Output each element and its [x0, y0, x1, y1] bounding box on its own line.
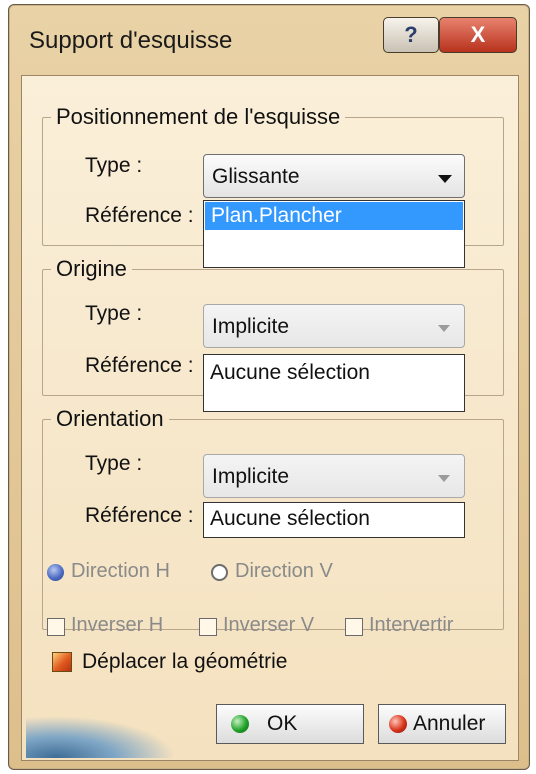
window-title: Support d'esquisse — [29, 27, 233, 54]
swap-checkbox[interactable] — [345, 618, 363, 636]
direction-h-radio[interactable] — [47, 564, 64, 581]
orientation-type-dropdown[interactable]: Implicite — [203, 454, 465, 498]
positioning-type-dropdown[interactable]: Glissante — [203, 154, 465, 198]
origin-type-value: Implicite — [212, 315, 290, 338]
orientation-reference-label: Référence : — [85, 504, 194, 527]
origin-reference-field[interactable]: Aucune sélection — [203, 354, 465, 412]
orientation-reference-value: Aucune sélection — [210, 507, 370, 530]
help-button[interactable]: ? — [383, 17, 439, 53]
title-bar[interactable]: Support d'esquisse ? X — [9, 5, 529, 77]
positioning-reference-label: Référence : — [85, 204, 194, 227]
direction-h-label: Direction H — [71, 560, 170, 582]
move-geometry-checkbox[interactable] — [52, 652, 72, 672]
catia-logo-decoration — [26, 716, 176, 758]
ok-label: OK — [267, 712, 298, 735]
positioning-group: Positionnement de l'esquisse Type : Glis… — [42, 104, 504, 268]
direction-v-label: Direction V — [235, 560, 333, 582]
invert-v-checkbox[interactable] — [199, 618, 217, 636]
close-button[interactable]: X — [439, 17, 517, 53]
orientation-group: Orientation Type : Implicite Référence :… — [42, 406, 504, 636]
invert-v-label: Inverser V — [223, 614, 315, 636]
orientation-legend: Orientation — [56, 406, 164, 431]
swap-label: Intervertir — [369, 614, 454, 636]
direction-v-radio[interactable] — [211, 564, 228, 581]
origin-type-dropdown[interactable]: Implicite — [203, 304, 465, 348]
orientation-type-value: Implicite — [212, 465, 290, 488]
list-item[interactable]: Plan.Plancher — [205, 202, 463, 230]
cancel-label: Annuler — [413, 712, 486, 735]
chevron-down-icon — [438, 175, 452, 183]
move-geometry-label: Déplacer la géométrie — [82, 650, 288, 673]
origin-reference-label: Référence : — [85, 354, 194, 377]
chevron-down-icon — [438, 325, 450, 332]
origin-reference-value: Aucune sélection — [210, 361, 370, 384]
ok-icon — [231, 715, 249, 733]
chevron-down-icon — [438, 475, 450, 482]
invert-h-label: Inverser H — [71, 614, 164, 636]
orientation-type-label: Type : — [85, 452, 143, 475]
origin-group: Origine Type : Implicite Référence : Auc… — [42, 256, 504, 412]
positioning-type-value: Glissante — [212, 165, 300, 188]
cancel-button[interactable]: Annuler — [378, 704, 506, 744]
orientation-reference-field[interactable]: Aucune sélection — [203, 502, 465, 538]
invert-h-checkbox[interactable] — [47, 618, 65, 636]
dialog-body: Positionnement de l'esquisse Type : Glis… — [21, 75, 519, 761]
positioning-legend: Positionnement de l'esquisse — [56, 104, 341, 129]
origin-type-label: Type : — [85, 302, 143, 325]
origin-legend: Origine — [56, 256, 127, 281]
ok-button[interactable]: OK — [216, 704, 364, 744]
help-icon: ? — [404, 22, 418, 47]
dialog-window: Support d'esquisse ? X Positionnement de… — [8, 4, 530, 770]
close-icon: X — [470, 22, 486, 47]
cancel-icon — [389, 715, 407, 733]
positioning-type-label: Type : — [85, 154, 143, 177]
